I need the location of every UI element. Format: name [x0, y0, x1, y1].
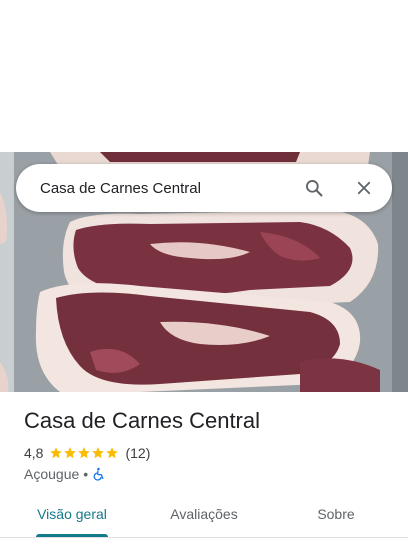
rating-row[interactable]: 4,8 (12): [24, 443, 150, 463]
search-bar[interactable]: [16, 164, 392, 212]
review-count[interactable]: (12): [125, 445, 150, 461]
tabs-divider: [0, 537, 408, 538]
star-icon: [92, 447, 105, 459]
tab-reviews[interactable]: Avaliações: [156, 492, 252, 536]
close-icon: [357, 181, 371, 195]
place-name: Casa de Carnes Central: [24, 408, 261, 433]
tab-about[interactable]: Sobre: [296, 492, 376, 536]
place-tabs: Visão geral Avaliações Sobre: [0, 492, 408, 538]
wheelchair-icon: [93, 467, 104, 481]
place-category: Açougue: [24, 466, 80, 482]
star-icon: [50, 447, 63, 459]
search-button[interactable]: [298, 172, 330, 204]
clear-search-button[interactable]: [348, 172, 380, 204]
star-rating: [49, 446, 119, 460]
rating-value: 4,8: [24, 445, 44, 461]
search-icon: [306, 180, 323, 197]
tab-overview[interactable]: Visão geral: [24, 492, 120, 536]
star-icon: [78, 447, 91, 459]
category-row: Açougue •: [24, 464, 106, 484]
search-input[interactable]: [40, 164, 290, 212]
star-icon: [106, 447, 119, 459]
separator-dot: •: [83, 466, 89, 482]
star-icon: [64, 447, 77, 459]
